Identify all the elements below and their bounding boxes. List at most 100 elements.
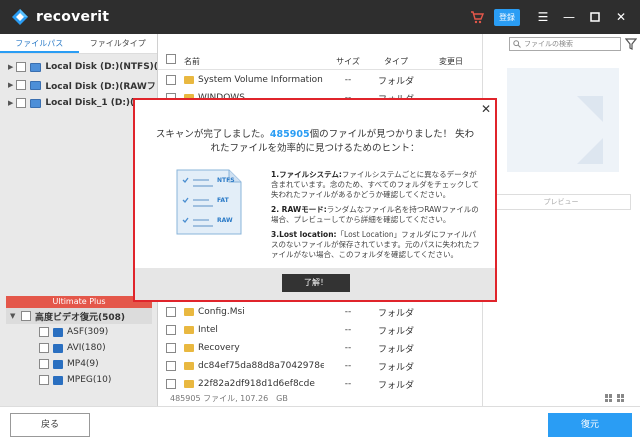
row-checkbox[interactable] (165, 325, 176, 335)
file-type: フォルダ (377, 76, 414, 87)
chevron-right-icon[interactable]: ▶ (8, 99, 13, 107)
table-row[interactable]: Intel -- フォルダ (158, 321, 482, 339)
col-modified[interactable]: 変更日 (420, 54, 482, 70)
app-name: recoverit (36, 9, 110, 25)
video-type-avi[interactable]: AVI(180) (6, 340, 152, 356)
search-placeholder: ファイルの検索 (524, 40, 573, 48)
file-size: -- (344, 361, 352, 371)
back-button[interactable]: 戻る (10, 413, 90, 437)
folder-icon (184, 308, 194, 316)
video-type-mpeg[interactable]: MPEG(10) (6, 372, 152, 388)
fat-label: FAT (217, 197, 230, 204)
video-folder-icon (53, 375, 63, 385)
tab-file-type[interactable]: ファイルタイプ (79, 34, 158, 53)
folder-icon (184, 326, 194, 334)
app-logo: recoverit (10, 7, 109, 27)
advanced-video-checkbox[interactable] (21, 311, 31, 321)
left-tabs: ファイルパス ファイルタイプ (0, 34, 157, 54)
preview-placeholder (507, 68, 619, 172)
row-checkbox[interactable] (165, 343, 176, 353)
video-folder-icon (53, 359, 63, 369)
col-type[interactable]: タイプ (372, 54, 420, 70)
grid-view-icon[interactable] (605, 394, 613, 402)
chevron-right-icon[interactable]: ▶ (8, 63, 13, 71)
tip-head: 3.Lost location: (271, 230, 337, 239)
file-name: dc84ef75da88d8a7042978e56d (198, 361, 324, 371)
folder-icon (184, 380, 194, 388)
drive-3-checkbox[interactable] (16, 98, 27, 108)
minimize-icon[interactable]: — (560, 8, 578, 26)
advanced-video-label: 高度ビデオ復元(508) (35, 312, 126, 323)
asf-checkbox[interactable] (39, 327, 49, 337)
search-icon (513, 40, 521, 48)
tip-head: 1.ファイルシステム: (271, 170, 342, 179)
tip-raw-mode: 2. RAWモード:ランダムなファイル名を持つRAWファイルの場合、プレビューし… (271, 205, 483, 225)
ultimate-plus-badge: Ultimate Plus (6, 296, 152, 308)
search-input[interactable]: ファイルの検索 (509, 37, 621, 51)
filter-icon[interactable] (625, 37, 637, 51)
file-type: フォルダ (377, 380, 414, 391)
table-row[interactable]: System Volume Information -- フォルダ (158, 71, 482, 89)
advanced-video-recovery[interactable]: ▼ 高度ビデオ復元(508) (6, 308, 152, 324)
col-size[interactable]: サイズ (324, 54, 372, 70)
title-text: スキャンが完了しました。 (155, 129, 270, 140)
row-checkbox[interactable] (165, 361, 176, 371)
file-type: フォルダ (377, 326, 414, 337)
drive-label: Local Disk (D:)(NTFS)(472 (45, 62, 157, 72)
chevron-down-icon[interactable]: ▼ (10, 312, 18, 320)
file-size: -- (344, 307, 352, 317)
ok-button[interactable]: 了解！ (282, 274, 350, 292)
file-type: フォルダ (377, 362, 414, 373)
file-size: -- (344, 325, 352, 335)
table-row[interactable]: Config.Msi -- フォルダ (158, 303, 482, 321)
video-type-label: AVI(180) (67, 343, 106, 353)
col-name[interactable]: 名前 (184, 54, 324, 70)
list-view-icon[interactable] (617, 394, 625, 402)
video-folder-icon (53, 327, 63, 337)
video-type-label: ASF(309) (67, 327, 109, 337)
drive-icon (30, 98, 42, 108)
select-all-checkbox[interactable] (165, 53, 176, 64)
preview-button[interactable]: プレビュー (491, 194, 631, 210)
avi-checkbox[interactable] (39, 343, 49, 353)
row-checkbox[interactable] (165, 75, 176, 85)
cart-icon[interactable] (468, 8, 486, 26)
restore-button[interactable]: 復元 (548, 413, 632, 437)
file-size: -- (344, 75, 352, 85)
tab-file-path[interactable]: ファイルパス (0, 34, 79, 53)
tree-drive-2[interactable]: ▶ Local Disk (D:)(RAWファイル (0, 76, 157, 94)
maximize-icon[interactable] (586, 8, 604, 26)
file-count: 485905 (269, 129, 310, 140)
file-type: フォルダ (377, 344, 414, 355)
folder-icon (184, 362, 194, 370)
file-size: -- (344, 379, 352, 389)
file-name: Config.Msi (198, 307, 245, 317)
close-icon[interactable]: ✕ (481, 102, 491, 116)
mpeg-checkbox[interactable] (39, 375, 49, 385)
file-name: Recovery (198, 343, 240, 353)
video-type-asf[interactable]: ASF(309) (6, 324, 152, 340)
table-row[interactable]: 22f82a2df918d1d6ef8cde -- フォルダ (158, 375, 482, 393)
file-system-illustration: NTFS FAT RAW (176, 169, 242, 235)
table-row[interactable]: Recovery -- フォルダ (158, 339, 482, 357)
file-name: Intel (198, 325, 218, 335)
login-button[interactable]: 登録 (494, 8, 520, 26)
file-type: フォルダ (377, 308, 414, 319)
row-checkbox[interactable] (165, 379, 176, 389)
file-name: 22f82a2df918d1d6ef8cde (198, 379, 315, 389)
drive-1-checkbox[interactable] (16, 62, 27, 72)
chevron-right-icon[interactable]: ▶ (8, 81, 13, 89)
recovery-tips: 1.ファイルシステム:ファイルシステムごとに異なるデータが含まれています。念のた… (271, 170, 483, 258)
close-icon[interactable]: ✕ (612, 8, 630, 26)
table-row[interactable]: dc84ef75da88d8a7042978e56d -- フォルダ (158, 357, 482, 375)
tree-drive-1[interactable]: ▶ Local Disk (D:)(NTFS)(472 (0, 58, 157, 76)
menu-icon[interactable]: ☰ (534, 8, 552, 26)
tip-lost-location: 3.Lost location:「Lost Location」フォルダにファイル… (271, 230, 483, 258)
drive-icon (30, 62, 42, 72)
drive-2-checkbox[interactable] (16, 80, 27, 90)
video-type-mp4[interactable]: MP4(9) (6, 356, 152, 372)
title-bar: recoverit 登録 ☰ — ✕ (0, 0, 640, 34)
dialog-title: スキャンが完了しました。485905個のファイルが見つかりました！ 失われたファ… (155, 128, 475, 156)
mp4-checkbox[interactable] (39, 359, 49, 369)
row-checkbox[interactable] (165, 307, 176, 317)
